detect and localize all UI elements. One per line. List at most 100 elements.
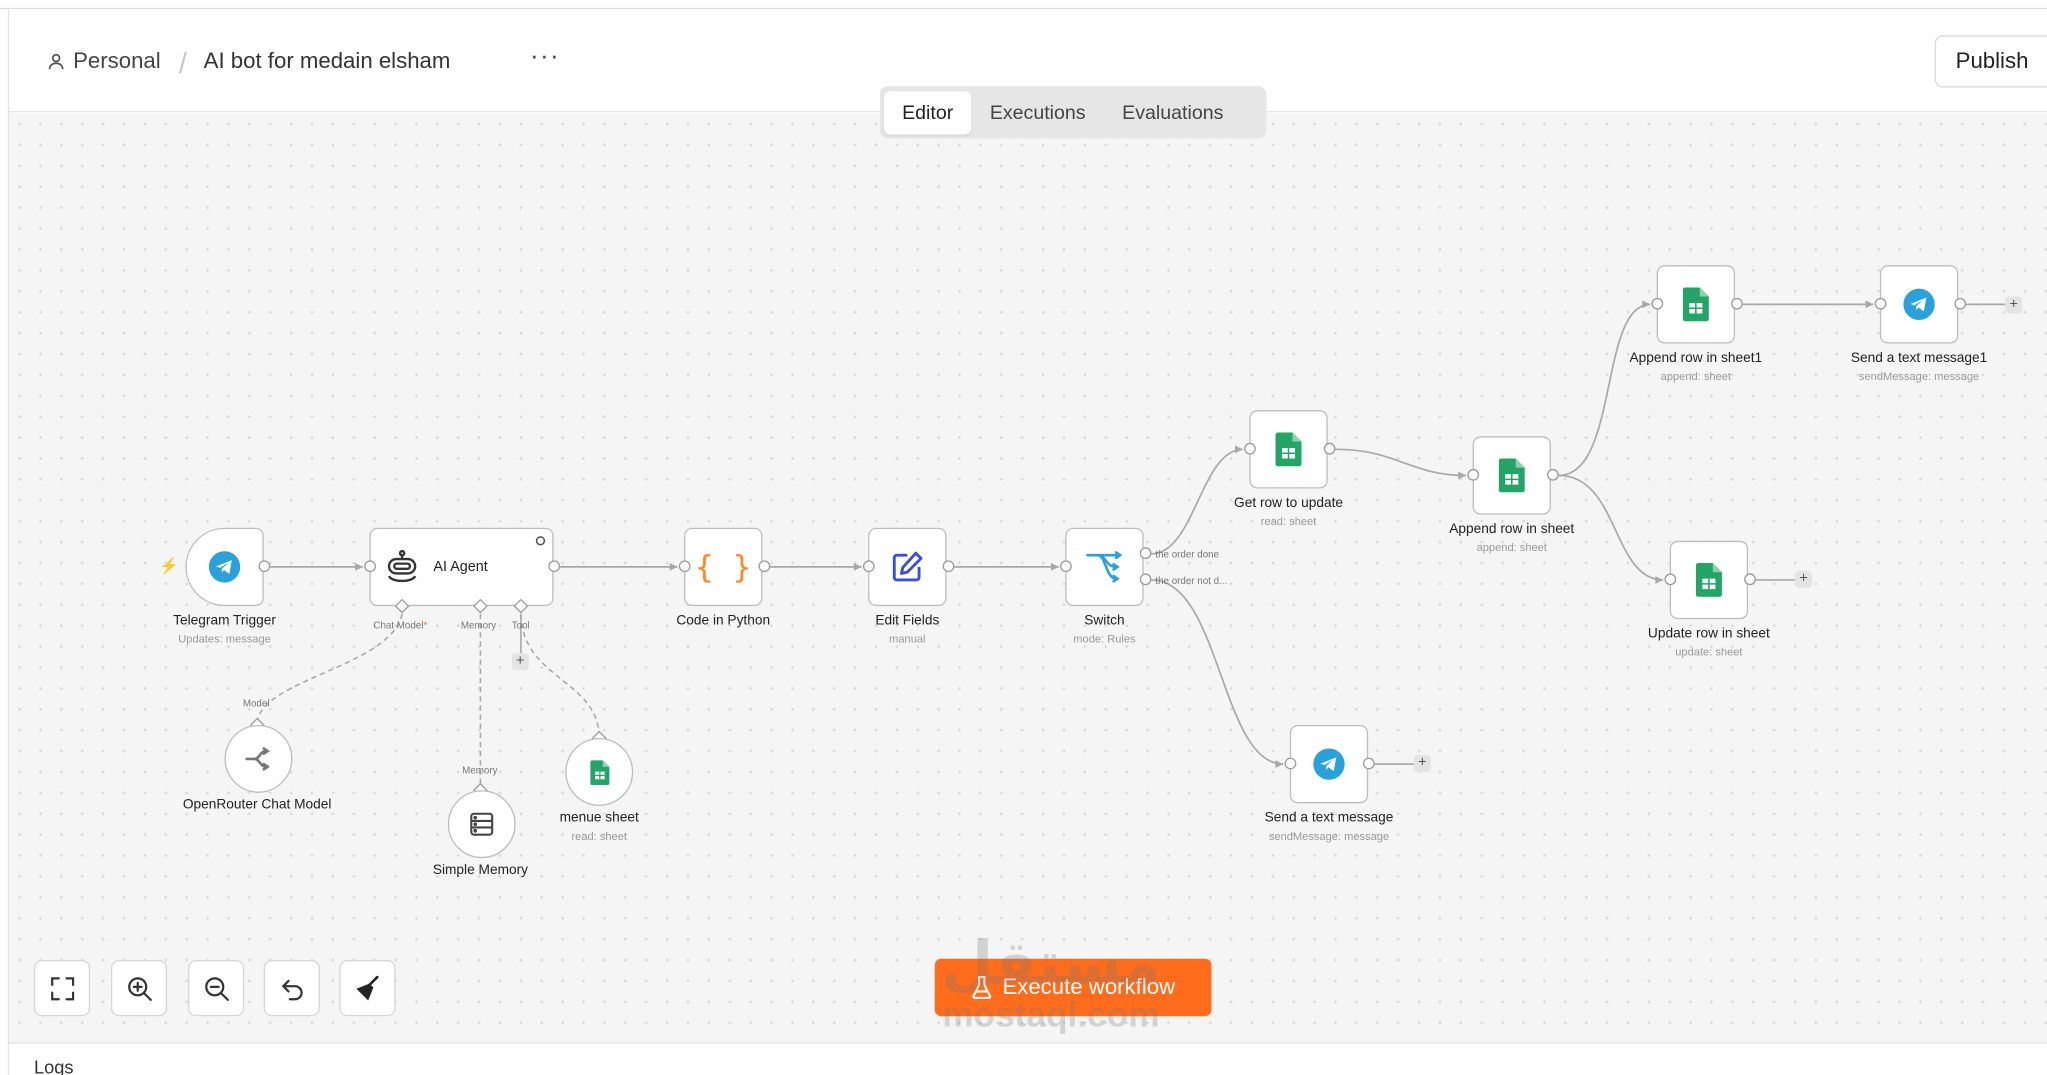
node-subtitle: append: sheet (1660, 369, 1732, 383)
reset-zoom-button[interactable] (263, 960, 320, 1017)
add-node-button[interactable]: + (2005, 296, 2023, 314)
output-port-not-done[interactable] (1139, 573, 1152, 586)
view-tabs: Editor Executions Evaluations (879, 86, 1267, 139)
node-subtitle: append: sheet (1476, 540, 1547, 554)
node-title: Switch (1084, 612, 1125, 629)
trigger-bolt-icon: ⚡ (159, 556, 179, 575)
node-title: Append row in sheet (1449, 521, 1575, 537)
output-port[interactable] (1954, 297, 1967, 310)
node-title: Code in Python (676, 612, 771, 629)
output-port[interactable] (758, 560, 771, 573)
memory-input-port-label: Memory (462, 764, 498, 776)
node-menue-sheet[interactable] (565, 738, 634, 806)
input-port[interactable] (1284, 757, 1297, 770)
logs-panel (9, 1042, 2047, 1075)
input-port[interactable] (862, 560, 875, 573)
telegram-icon (1313, 748, 1345, 780)
breadcrumb-personal[interactable]: Personal (47, 48, 161, 74)
node-ai-agent[interactable]: AI Agent (369, 527, 554, 607)
node-subtitle: read: sheet (571, 829, 627, 843)
add-node-button[interactable]: + (1795, 570, 1813, 588)
node-title: Simple Memory (432, 862, 529, 878)
output-port[interactable] (942, 560, 955, 573)
telegram-icon (1903, 288, 1935, 321)
output-port[interactable] (1362, 757, 1375, 770)
database-icon (470, 812, 494, 836)
logs-toggle[interactable]: Logs (34, 1057, 74, 1075)
switch-output-label-done: the order done (1155, 548, 1220, 561)
add-node-button[interactable]: + (1413, 754, 1431, 772)
google-sheets-icon (1498, 458, 1525, 493)
breadcrumb-personal-label: Personal (73, 48, 161, 74)
input-port[interactable] (1467, 468, 1480, 481)
google-sheets-icon (1682, 287, 1709, 322)
workflow-name[interactable]: AI bot for medain elsham (204, 48, 451, 74)
zoom-in-icon (127, 976, 152, 1001)
code-braces-icon: { } (694, 548, 752, 586)
zoom-in-button[interactable] (110, 960, 168, 1017)
add-tool-button[interactable]: + (511, 653, 529, 671)
node-title: Append row in sheet1 (1629, 350, 1763, 366)
tab-evaluations[interactable]: Evaluations (1104, 91, 1242, 134)
input-port[interactable] (364, 560, 376, 573)
node-title: AI Agent (433, 559, 488, 575)
tidy-up-button[interactable] (339, 960, 396, 1017)
input-port[interactable] (1874, 297, 1887, 310)
node-subtitle: manual (889, 632, 926, 646)
output-port[interactable] (1547, 468, 1559, 481)
tab-editor[interactable]: Editor (883, 90, 972, 134)
switch-routes-icon (1086, 551, 1123, 583)
output-port[interactable] (548, 560, 561, 573)
refresh-icon (535, 536, 546, 546)
node-update-row[interactable] (1669, 540, 1749, 620)
node-title: menue sheet (559, 809, 639, 826)
model-port-label: Model (242, 697, 270, 710)
node-edit-fields[interactable] (868, 527, 947, 607)
telegram-icon (208, 551, 241, 583)
output-port[interactable] (1731, 297, 1743, 310)
execute-workflow-label: Execute workflow (1002, 974, 1176, 1000)
google-sheets-icon (1695, 562, 1722, 597)
node-simple-memory[interactable] (447, 790, 516, 859)
node-get-row[interactable] (1249, 410, 1328, 489)
breadcrumb-separator: / (178, 47, 187, 80)
execute-workflow-button[interactable]: Execute workflow (934, 958, 1212, 1017)
switch-output-label-not-done: the order not d... (1155, 574, 1228, 587)
node-append-row1[interactable] (1656, 265, 1736, 344)
tab-executions[interactable]: Executions (972, 91, 1104, 134)
node-openrouter[interactable] (224, 724, 293, 793)
fit-view-button[interactable] (33, 960, 91, 1017)
pencil-square-icon (892, 551, 923, 582)
node-title: Edit Fields (875, 612, 940, 629)
flask-icon (972, 975, 992, 999)
node-switch[interactable] (1065, 527, 1144, 607)
node-title: Send a text message (1264, 809, 1394, 826)
output-port[interactable] (1323, 442, 1336, 455)
input-port[interactable] (1664, 573, 1677, 586)
input-port[interactable] (678, 560, 691, 573)
output-port[interactable] (1744, 573, 1756, 586)
more-options-button[interactable]: ··· (530, 42, 560, 72)
node-subtitle: sendMessage: message (1268, 829, 1390, 843)
node-telegram-trigger[interactable] (185, 527, 264, 607)
fullscreen-icon (50, 976, 74, 1000)
node-subtitle: read: sheet (1260, 514, 1317, 528)
node-send-message[interactable] (1289, 724, 1369, 804)
output-port[interactable] (258, 560, 271, 573)
node-append-row[interactable] (1472, 436, 1551, 515)
google-sheets-icon (589, 759, 609, 785)
broom-icon (355, 975, 378, 1000)
node-subtitle: Updates: message (178, 632, 271, 646)
input-port[interactable] (1651, 297, 1664, 310)
memory-port-label: Memory (460, 619, 497, 631)
output-port-done[interactable] (1139, 547, 1152, 560)
node-subtitle: mode: Rules (1073, 632, 1136, 646)
node-title: Telegram Trigger (173, 612, 276, 629)
publish-button[interactable]: Publish (1934, 35, 2047, 88)
node-title: OpenRouter Chat Model (182, 796, 332, 813)
node-code-python[interactable]: { } (684, 527, 763, 607)
node-send-message1[interactable] (1879, 265, 1959, 344)
input-port[interactable] (1244, 442, 1256, 455)
zoom-out-button[interactable] (187, 960, 245, 1017)
input-port[interactable] (1060, 560, 1072, 573)
